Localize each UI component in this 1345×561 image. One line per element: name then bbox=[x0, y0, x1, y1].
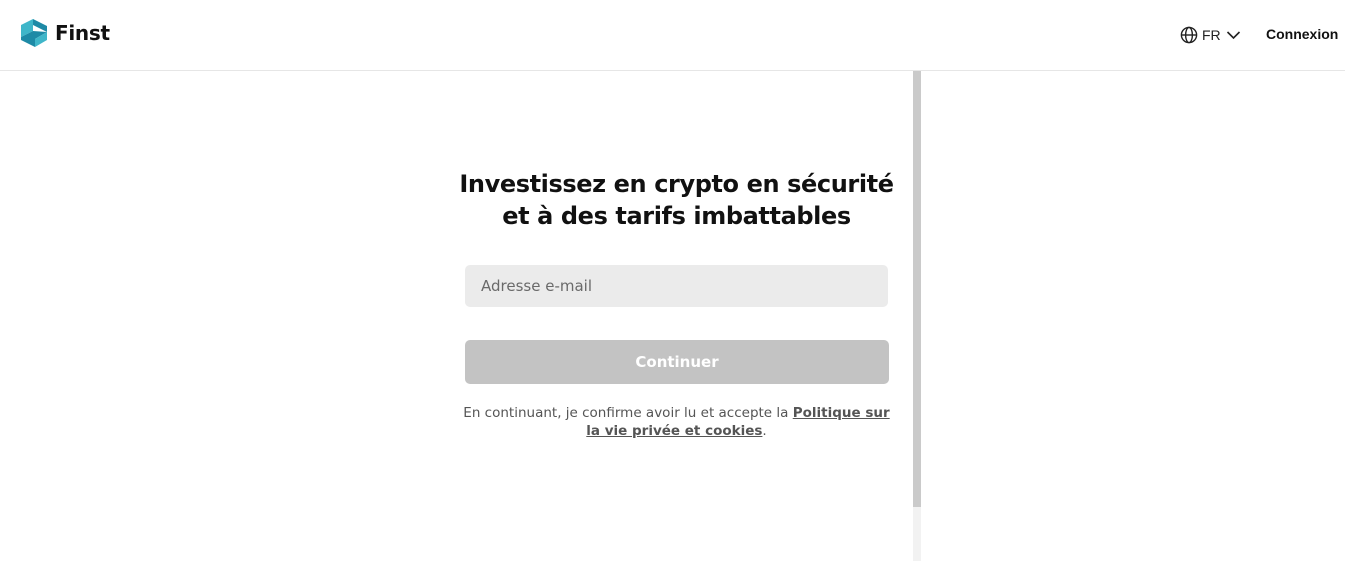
panel-divider bbox=[913, 71, 921, 507]
finst-logo-icon bbox=[21, 19, 47, 47]
top-header: Finst FR Connexion bbox=[0, 0, 1345, 71]
globe-icon bbox=[1180, 26, 1198, 44]
logo-text: Finst bbox=[55, 21, 110, 45]
chevron-down-icon bbox=[1226, 31, 1240, 40]
login-link[interactable]: Connexion bbox=[1266, 26, 1338, 42]
consent-prefix: En continuant, je confirme avoir lu et a… bbox=[463, 405, 793, 421]
page-title: Investissez en crypto en sécurité et à d… bbox=[440, 168, 913, 232]
page-title-line-1: Investissez en crypto en sécurité bbox=[459, 170, 894, 198]
logo[interactable]: Finst bbox=[21, 18, 110, 48]
consent-suffix: . bbox=[762, 423, 767, 439]
panel-divider-track bbox=[913, 507, 921, 561]
continue-button[interactable]: Continuer bbox=[465, 340, 889, 384]
email-field[interactable] bbox=[465, 265, 888, 307]
consent-text: En continuant, je confirme avoir lu et a… bbox=[458, 404, 895, 440]
language-label: FR bbox=[1202, 27, 1221, 43]
language-selector[interactable]: FR bbox=[1180, 25, 1241, 45]
page-title-line-2: et à des tarifs imbattables bbox=[502, 202, 851, 230]
